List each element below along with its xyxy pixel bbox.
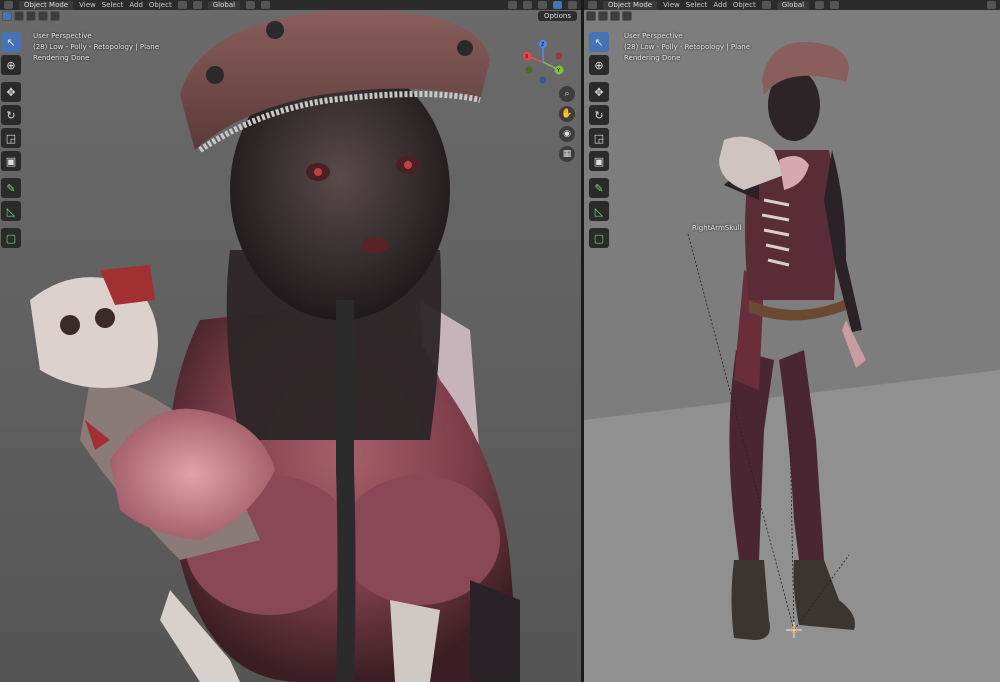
hand-icon[interactable]: ✋: [559, 106, 575, 122]
navigation-buttons: ⌕ ✋ ◉ ▦: [559, 86, 575, 162]
menu-object[interactable]: Object: [733, 1, 756, 9]
shading-wire-icon[interactable]: [508, 1, 517, 9]
cursor-select-icon[interactable]: ↖: [589, 32, 609, 52]
shading-material-icon[interactable]: [538, 1, 547, 9]
select-extend-icon[interactable]: [598, 11, 608, 21]
editor-type-icon[interactable]: [4, 1, 13, 9]
select-invert-icon[interactable]: [38, 11, 48, 21]
viewport-header-right: Object Mode View Select Add Object Globa…: [584, 0, 1000, 10]
toggle-icon[interactable]: [586, 11, 596, 21]
viewport-header: Object Mode View Select Add Object Globa…: [0, 0, 581, 10]
view-perspective-text: User Perspective: [33, 32, 92, 40]
mode-dropdown[interactable]: Object Mode: [19, 0, 74, 10]
measure-icon[interactable]: ◺: [1, 201, 21, 221]
annotate-icon[interactable]: ✎: [1, 178, 21, 198]
pivot-icon[interactable]: [246, 1, 256, 9]
rotate-icon[interactable]: ↻: [1, 105, 21, 125]
select-subtract-icon[interactable]: [610, 11, 620, 21]
render-status-text: Rendering Done: [33, 54, 90, 62]
move-icon[interactable]: ✥: [1, 82, 21, 102]
selection-mode-bar: [2, 11, 60, 22]
transform-icon[interactable]: ▣: [589, 151, 609, 171]
grid-icon[interactable]: ▦: [559, 146, 575, 162]
annotate-icon[interactable]: ✎: [589, 178, 609, 198]
transform-orientation-dropdown[interactable]: Global: [207, 0, 241, 10]
pause-icon[interactable]: [568, 1, 577, 9]
camera-icon[interactable]: ◉: [559, 126, 575, 142]
menu-view[interactable]: View: [663, 1, 680, 9]
tool-shelf: ↖ ⊕ ✥ ↻ ◲ ▣ ✎ ◺ ▢: [1, 32, 21, 251]
mode-dropdown[interactable]: Object Mode: [603, 0, 658, 10]
view-perspective-text: User Perspective: [624, 32, 683, 40]
gizmo-icon[interactable]: [177, 1, 187, 9]
tool-shelf: ↖ ⊕ ✥ ↻ ◲ ▣ ✎ ◺ ▢: [589, 32, 609, 251]
character-fullbody-render: [584, 0, 1000, 682]
gizmo-z-label: Z: [541, 42, 545, 48]
viewport-info: User Perspective (28) Low - Polly - Reto…: [33, 31, 159, 64]
select-invert-icon[interactable]: [622, 11, 632, 21]
menu-select[interactable]: Select: [102, 1, 124, 9]
active-object-text: (28) Low - Polly - Retopology | Plane: [624, 43, 751, 51]
shading-rendered-icon[interactable]: [553, 1, 562, 9]
zoom-icon[interactable]: ⌕: [559, 86, 575, 102]
rotate-icon[interactable]: ↻: [589, 105, 609, 125]
transform-icon[interactable]: ▣: [1, 151, 21, 171]
viewport-info: User Perspective (28) Low - Polly - Reto…: [624, 31, 750, 64]
cursor-3d-icon[interactable]: ⊕: [1, 55, 21, 75]
cursor-select-icon[interactable]: ↖: [1, 32, 21, 52]
select-extend-icon[interactable]: [14, 11, 24, 21]
render-status-text: Rendering Done: [624, 54, 681, 62]
object-name-label[interactable]: RightArmSkull: [692, 224, 741, 232]
options-dropdown[interactable]: Options: [537, 11, 577, 21]
pivot-icon[interactable]: [815, 1, 825, 9]
select-intersect-icon[interactable]: [50, 11, 60, 21]
character-closeup-render: [30, 9, 520, 682]
scale-icon[interactable]: ◲: [589, 128, 609, 148]
menu-select[interactable]: Select: [686, 1, 708, 9]
transform-orientation-dropdown[interactable]: Global: [776, 0, 810, 10]
move-icon[interactable]: ✥: [589, 82, 609, 102]
menu-object[interactable]: Object: [149, 1, 172, 9]
navigation-gizmo[interactable]: X Y Z: [513, 40, 573, 84]
snap-icon[interactable]: [830, 1, 840, 9]
editor-type-icon[interactable]: [588, 1, 597, 9]
select-subtract-icon[interactable]: [26, 11, 36, 21]
menu-add[interactable]: Add: [713, 1, 727, 9]
color-swatch-icon[interactable]: [192, 1, 202, 9]
measure-icon[interactable]: ◺: [589, 201, 609, 221]
gizmo-x-label: X: [525, 54, 529, 60]
select-new-icon[interactable]: [2, 11, 12, 21]
snap-icon[interactable]: [261, 1, 271, 9]
overlay-icon[interactable]: [987, 1, 996, 9]
add-cube-icon[interactable]: ▢: [589, 228, 609, 248]
shading-solid-icon[interactable]: [523, 1, 532, 9]
cursor-3d-icon[interactable]: ⊕: [589, 55, 609, 75]
add-cube-icon[interactable]: ▢: [1, 228, 21, 248]
active-object-text: (28) Low - Polly - Retopology | Plane: [33, 43, 160, 51]
menu-add[interactable]: Add: [129, 1, 143, 9]
viewport-left[interactable]: Object Mode View Select Add Object Globa…: [0, 0, 581, 682]
gizmo-icon[interactable]: [761, 1, 771, 9]
menu-view[interactable]: View: [79, 1, 96, 9]
scale-icon[interactable]: ◲: [1, 128, 21, 148]
selection-mode-bar: [586, 11, 632, 22]
viewport-right[interactable]: Object Mode View Select Add Object Globa…: [584, 0, 1000, 682]
